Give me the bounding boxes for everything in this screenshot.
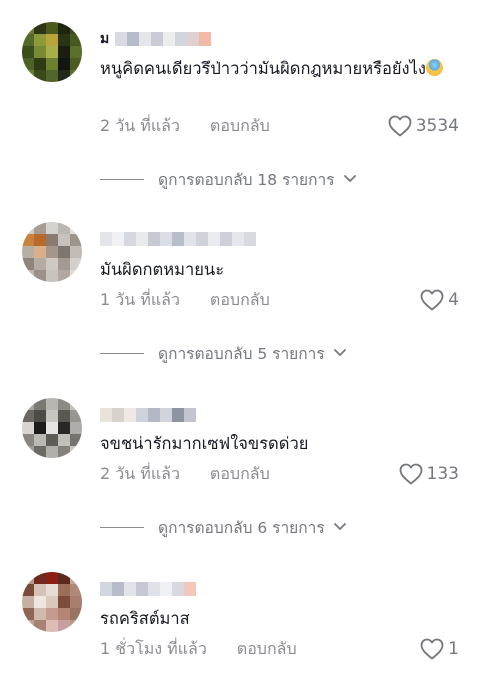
comment-text-content: จขชน่ารักมากเซฟใจขรดด่วย xyxy=(100,434,309,453)
like-button[interactable]: 3534 xyxy=(388,114,459,138)
comment-meta: 2 วัน ที่แล้ว ตอบกลับ xyxy=(100,114,270,138)
comment-time: 1 วัน ที่แล้ว xyxy=(100,289,180,309)
view-replies-label: ดูการตอบกลับ 5 รายการ xyxy=(158,344,325,363)
comment-text-content: มันผิดกตหมายนะ xyxy=(100,260,225,279)
comment-time: 2 วัน ที่แล้ว xyxy=(100,463,180,483)
comment-meta: 2 วัน ที่แล้ว ตอบกลับ xyxy=(100,462,270,486)
username-blurred xyxy=(100,232,256,246)
comment-text: มันผิดกตหมายนะ xyxy=(100,256,460,284)
chevron-down-icon xyxy=(333,523,346,530)
reply-button[interactable]: ตอบกลับ xyxy=(210,288,270,313)
username[interactable] xyxy=(100,578,196,600)
comment-text: หนูคิดคนเดียวรึป่าวว่ามันผิดกฎหมายหรือยั… xyxy=(100,55,460,83)
comment-text-content: หนูคิดคนเดียวรึป่าวว่ามันผิดกฎหมายหรือยั… xyxy=(100,59,426,78)
heart-icon xyxy=(399,463,422,485)
like-button[interactable]: 4 xyxy=(420,288,459,312)
like-count: 1 xyxy=(448,639,459,659)
view-replies-button[interactable]: ดูการตอบกลับ 18 รายการ xyxy=(100,168,357,190)
chevron-down-icon xyxy=(333,349,346,356)
like-button[interactable]: 1 xyxy=(420,637,459,661)
comment-meta: 1 วัน ที่แล้ว ตอบกลับ xyxy=(100,288,270,312)
username[interactable] xyxy=(100,404,196,426)
heart-icon xyxy=(420,289,444,311)
reply-button[interactable]: ตอบกลับ xyxy=(237,637,297,662)
like-count: 133 xyxy=(426,464,459,484)
username[interactable]: ม xyxy=(100,28,212,50)
chevron-down-icon xyxy=(343,175,356,182)
divider-line xyxy=(100,526,144,528)
avatar[interactable] xyxy=(22,222,82,282)
avatar[interactable] xyxy=(22,22,82,82)
divider-line xyxy=(100,178,144,180)
comment-time: 2 วัน ที่แล้ว xyxy=(100,115,180,135)
view-replies-label: ดูการตอบกลับ 18 รายการ xyxy=(158,170,335,189)
username-initial: ม xyxy=(100,31,110,47)
username[interactable] xyxy=(100,228,256,250)
username-blurred xyxy=(115,32,212,46)
comment-text: จขชน่ารักมากเซฟใจขรดด่วย xyxy=(100,430,460,458)
avatar[interactable] xyxy=(22,398,82,458)
comment-text-content: รถคริสต์มาส xyxy=(100,609,190,628)
comment-time: 1 ชั่วโมง ที่แล้ว xyxy=(100,638,207,658)
username-blurred xyxy=(100,408,196,422)
comment-meta: 1 ชั่วโมง ที่แล้ว ตอบกลับ xyxy=(100,637,297,661)
like-count: 4 xyxy=(448,290,459,310)
reply-button[interactable]: ตอบกลับ xyxy=(210,114,270,139)
view-replies-button[interactable]: ดูการตอบกลับ 6 รายการ xyxy=(100,516,347,538)
reply-button[interactable]: ตอบกลับ xyxy=(210,462,270,487)
heart-icon xyxy=(420,638,444,660)
comment-text: รถคริสต์มาส xyxy=(100,605,460,633)
username-blurred xyxy=(100,582,196,596)
like-count: 3534 xyxy=(415,116,459,136)
view-replies-button[interactable]: ดูการตอบกลับ 5 รายการ xyxy=(100,342,347,364)
heart-icon xyxy=(388,115,412,137)
avatar[interactable] xyxy=(22,572,82,632)
like-button[interactable]: 133 xyxy=(399,462,459,486)
scream-emoji-icon xyxy=(425,59,443,76)
view-replies-label: ดูการตอบกลับ 6 รายการ xyxy=(158,518,325,537)
divider-line xyxy=(100,352,144,354)
